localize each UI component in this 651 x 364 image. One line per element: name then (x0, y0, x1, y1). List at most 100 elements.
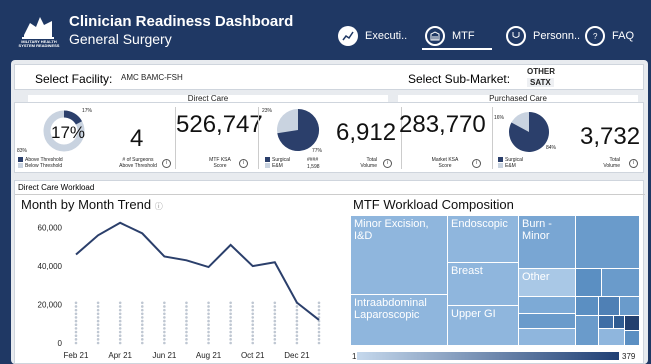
treemap-cell[interactable] (599, 329, 624, 345)
market-ksa-info-icon[interactable]: i (472, 159, 481, 168)
scatter-point (185, 312, 188, 316)
scatter-point (207, 323, 210, 327)
treemap-cell[interactable] (599, 316, 613, 328)
scatter-point (273, 301, 277, 305)
threshold-top-label: 17% (82, 108, 93, 114)
dc-pie-top-label: 23% (262, 108, 273, 114)
pc-total-label: Total Volume (590, 157, 620, 169)
treemap-cell[interactable] (614, 316, 624, 328)
y-tick-label: 40,000 (38, 262, 63, 271)
scatter-point (207, 327, 210, 330)
scatter-point (163, 330, 166, 334)
scatter-point (163, 327, 166, 330)
treemap-cell-upper-gi[interactable]: Upper GI (448, 306, 518, 345)
scatter-point (273, 323, 277, 327)
scatter-point (74, 312, 78, 316)
treemap-cell-intraabdominal-laparoscopic[interactable]: Intraabdominal Laparoscopic (351, 295, 447, 345)
treemap-cell-other[interactable]: Other (519, 269, 575, 296)
scatter-point (273, 341, 277, 345)
trend-info-icon[interactable]: ⓘ (155, 202, 163, 211)
surgeons-count: 4 (130, 125, 144, 152)
nav-mtf[interactable]: MTF (425, 26, 475, 46)
dc-legend-surgical-swatch (265, 157, 270, 163)
scatter-point (96, 338, 100, 341)
submarket-option-satx[interactable]: SATX (527, 78, 554, 87)
threshold-pct: 17% (51, 123, 86, 142)
treemap-cell[interactable] (519, 297, 575, 313)
surgeons-info-icon[interactable]: i (162, 159, 171, 168)
scatter-point (207, 301, 210, 305)
market-ksa-label-line2: Score (438, 163, 452, 169)
threshold-bottom-label: 83% (17, 148, 28, 154)
nav-personnel[interactable]: Personn.. (506, 26, 580, 46)
trend-title: Month by Month Trend ⓘ (21, 197, 163, 212)
pc-legend-em-label: E&M (505, 163, 516, 169)
nav-personnel-label: Personn.. (533, 30, 581, 42)
dc-total-info-icon[interactable]: i (383, 159, 392, 168)
scatter-point (118, 334, 122, 337)
scatter-point (185, 308, 188, 312)
scatter-point (74, 330, 78, 334)
scatter-point (273, 305, 277, 308)
dc-em-value: 1,598 (307, 164, 320, 170)
treemap-cell[interactable] (625, 316, 639, 330)
scatter-point (317, 323, 321, 327)
treemap-cell-breast[interactable]: Breast (448, 263, 518, 305)
scale-min-label: 1 (352, 352, 357, 361)
scatter-point (118, 305, 122, 308)
scatter-point (251, 330, 255, 334)
pc-total-info-icon[interactable]: i (629, 159, 638, 168)
treemap-cell[interactable] (602, 269, 639, 296)
submarket-option-other[interactable]: OTHER (527, 67, 555, 76)
scatter-point (74, 316, 78, 319)
scatter-point (317, 338, 321, 341)
scatter-point (140, 319, 144, 323)
scatter-point (163, 316, 166, 319)
treemap-cell[interactable] (576, 316, 598, 345)
treemap-cell[interactable] (576, 297, 598, 315)
nav-faq[interactable]: ? FAQ (585, 26, 634, 46)
scatter-point (251, 316, 255, 319)
treemap-cell[interactable] (599, 297, 619, 315)
scatter-point (185, 316, 188, 319)
legend-below-swatch (18, 163, 23, 169)
dc-legend-em-swatch (265, 163, 270, 169)
treemap-cell[interactable] (620, 297, 639, 315)
facility-label: Select Facility: (35, 72, 113, 86)
treemap-cell[interactable] (519, 314, 575, 328)
pc-legend-em: E&M (498, 163, 516, 169)
treemap-cell[interactable] (576, 216, 639, 268)
scatter-point (251, 301, 255, 305)
treemap-cell-endoscopic[interactable]: Endoscopic (448, 216, 518, 262)
nav-executive[interactable]: Executi.. (338, 26, 407, 46)
x-tick-label: Oct 21 (241, 351, 265, 360)
facility-select[interactable]: AMC BAMC-FSH (121, 73, 183, 82)
scatter-point (229, 334, 232, 337)
scatter-point (96, 312, 100, 316)
scatter-point (185, 305, 188, 308)
treemap-cell[interactable] (625, 331, 639, 345)
scatter-point (317, 341, 321, 345)
scatter-point (74, 323, 78, 327)
purchased-care-pie (508, 112, 549, 152)
treemap-cell-minor-excision[interactable]: Minor Excision, I&D (351, 216, 447, 294)
scatter-point (273, 308, 277, 312)
scatter-point (273, 319, 277, 323)
scatter-point (207, 319, 210, 323)
scatter-point (207, 334, 210, 337)
dc-surgical-value: #### (307, 157, 319, 163)
dc-pie-bottom-label: 77% (312, 148, 323, 154)
chart-icon (338, 26, 358, 46)
scatter-point (118, 338, 122, 341)
logo-text: MILITARY HEALTH SYSTEM READINESS (18, 39, 60, 48)
scatter-point (185, 334, 188, 337)
treemap-cell[interactable] (576, 269, 601, 296)
stethoscope-icon (506, 26, 526, 46)
market-ksa-label: Market KSA Score (420, 157, 470, 169)
treemap-cell[interactable] (519, 329, 575, 345)
mtf-ksa-info-icon[interactable]: i (239, 159, 248, 168)
treemap-cell-burn-minor[interactable]: Burn - Minor (519, 216, 575, 268)
legend-below: Below Threshold (18, 163, 62, 169)
scatter-point (273, 338, 277, 341)
scatter-point (229, 305, 232, 308)
